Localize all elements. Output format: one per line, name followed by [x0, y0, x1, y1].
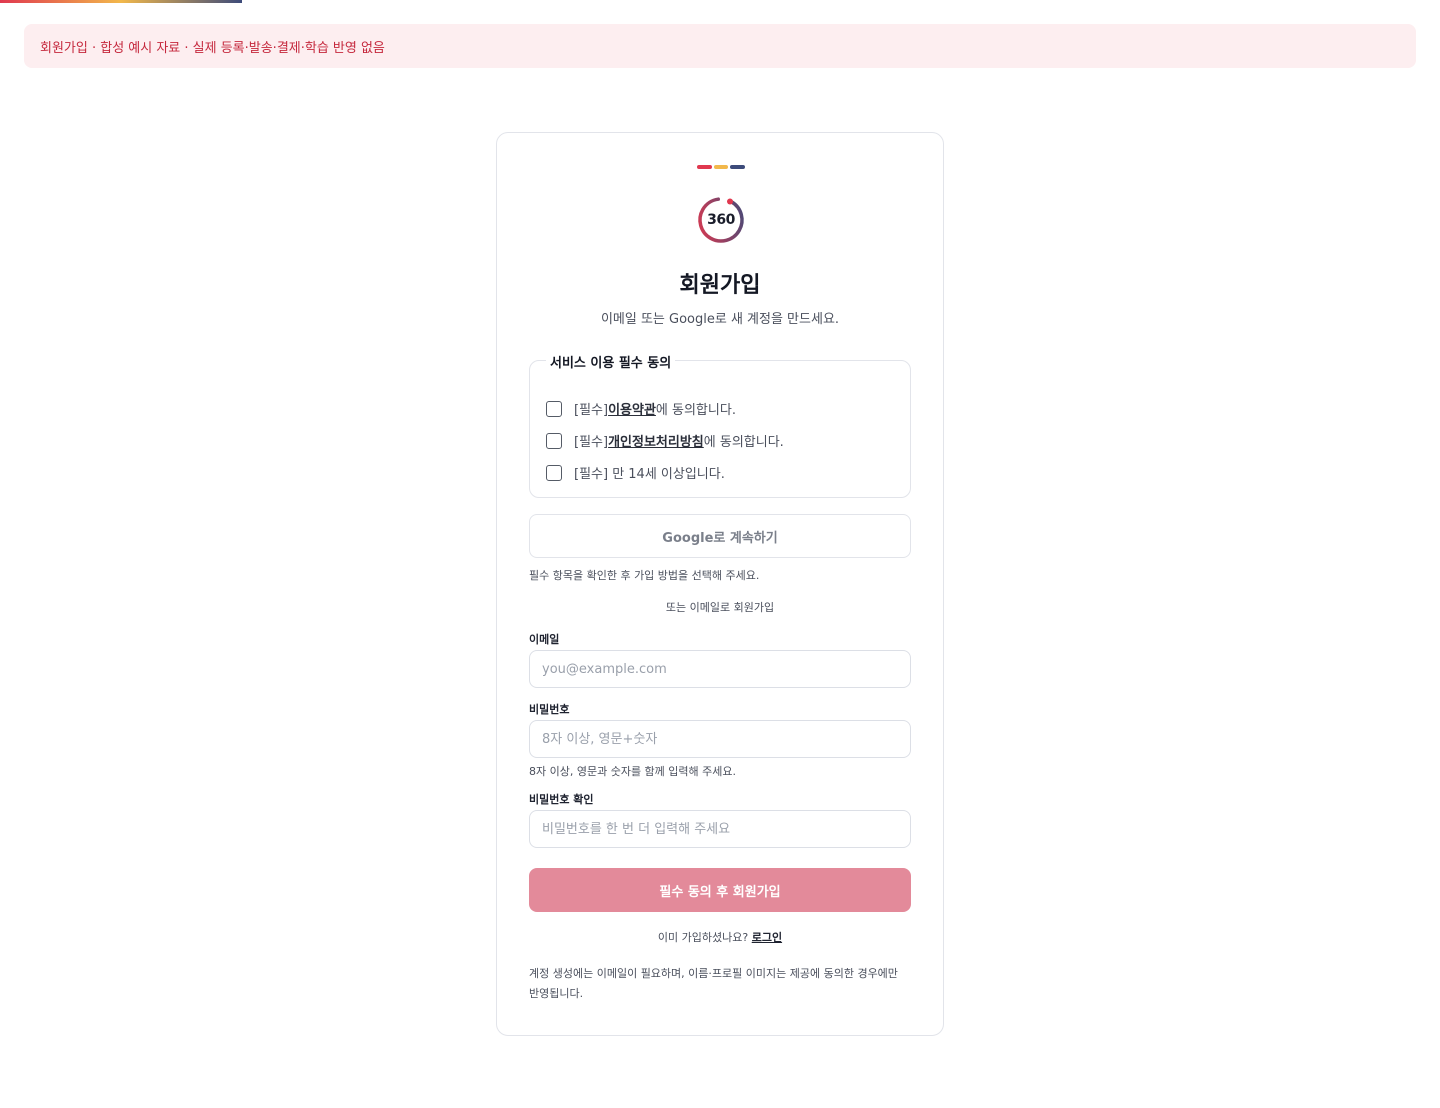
consent-privacy-prefix: [필수] [574, 435, 609, 450]
consent-age-checkbox[interactable] [546, 464, 562, 481]
password-confirm-field[interactable] [529, 810, 911, 848]
brand-bar-navy [730, 165, 746, 169]
logo-text: 360 [707, 212, 735, 228]
notice-text: 회원가입 · 합성 예시 자료 · 실제 등록·발송·결제·학습 반영 없음 [40, 40, 385, 56]
consent-terms-checkbox[interactable] [546, 400, 562, 417]
footnote: 계정 생성에는 이메일이 필요하며, 이름·프로필 이미지는 제공에 동의한 경… [529, 967, 898, 1000]
consent-fieldset: 서비스 이용 필수 동의 [필수] 이용약관 에 동의합니다. [필수] 개인정… [529, 352, 911, 498]
consent-legend: 서비스 이용 필수 동의 [546, 352, 676, 371]
password-confirm-label: 비밀번호 확인 [529, 793, 594, 806]
signup-card: 360 회원가입 이메일 또는 Google로 새 계정을 만드세요. 서비스 … [496, 132, 944, 1036]
password-field[interactable] [529, 720, 911, 758]
google-hint: 필수 항목을 확인한 후 가입 방법을 선택해 주세요. [529, 569, 760, 582]
login-link[interactable]: 로그인 [752, 931, 782, 944]
consent-terms-suffix: 에 동의합니다. [655, 403, 736, 418]
consent-privacy-checkbox[interactable] [546, 432, 562, 449]
brand-color-bar [697, 165, 746, 169]
consent-terms-prefix: [필수] [574, 403, 609, 418]
password-hint: 8자 이상, 영문과 숫자를 함께 입력해 주세요. [529, 765, 737, 778]
consent-age[interactable]: [필수] 만 14세 이상입니다. [546, 463, 725, 482]
consent-age-label: [필수] 만 14세 이상입니다. [574, 467, 725, 482]
email-divider: 또는 이메일로 회원가입 [665, 601, 775, 614]
top-progress-bar [0, 0, 242, 3]
consent-terms[interactable]: [필수] 이용약관 에 동의합니다. [546, 399, 736, 418]
google-signup-button[interactable]: Google로 계속하기 [529, 514, 911, 558]
email-field[interactable] [529, 650, 911, 688]
consent-privacy[interactable]: [필수] 개인정보처리방침 에 동의합니다. [546, 431, 784, 450]
login-prompt: 이미 가입하셨나요? 로그인 [497, 929, 943, 945]
brand-bar-yellow [713, 165, 729, 169]
email-label: 이메일 [529, 633, 560, 646]
notice-banner: 회원가입 · 합성 예시 자료 · 실제 등록·발송·결제·학습 반영 없음 [24, 24, 1416, 68]
page-subtitle: 이메일 또는 Google로 새 계정을 만드세요. [600, 312, 840, 327]
logo: 360 [696, 195, 746, 245]
password-label: 비밀번호 [529, 703, 570, 716]
terms-link[interactable]: 이용약관 [608, 399, 656, 418]
privacy-policy-link[interactable]: 개인정보처리방침 [608, 431, 704, 450]
signup-submit-button[interactable]: 필수 동의 후 회원가입 [529, 868, 911, 912]
brand-bar-red [697, 165, 712, 169]
login-prompt-text: 이미 가입하셨나요? [657, 931, 752, 944]
page-title: 회원가입 [679, 273, 761, 298]
consent-privacy-suffix: 에 동의합니다. [703, 435, 784, 450]
